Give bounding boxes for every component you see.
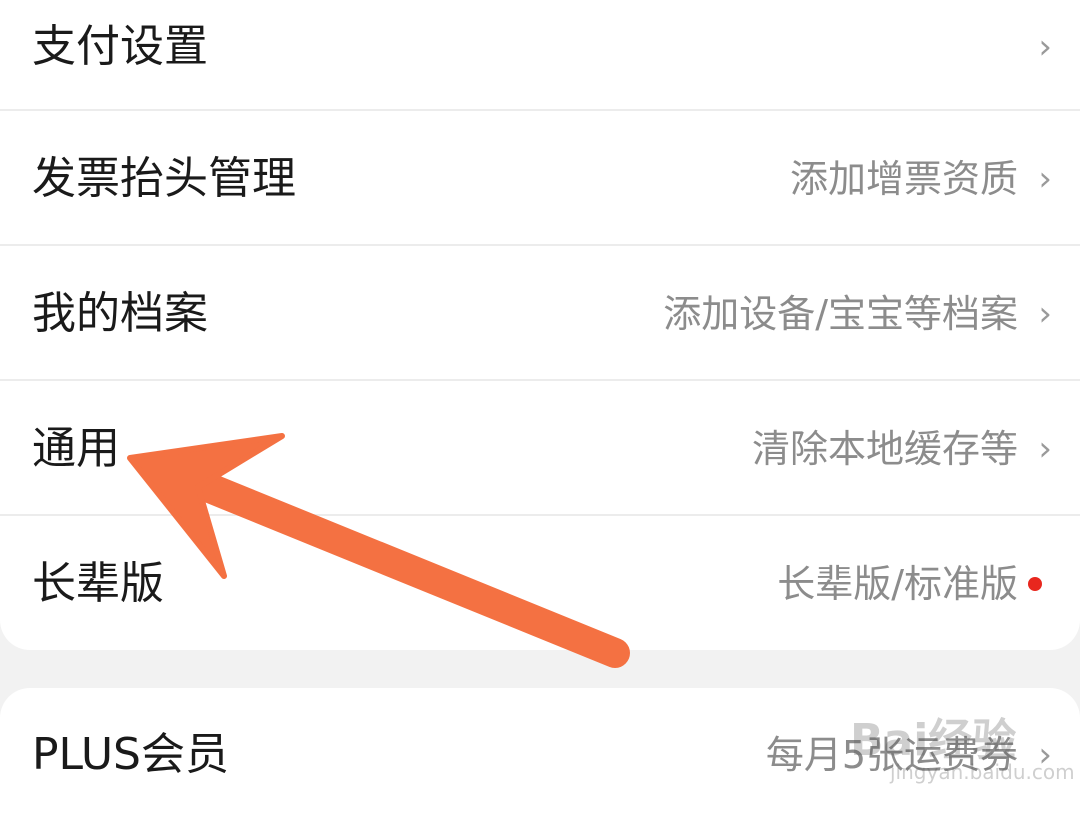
divider: [0, 514, 1080, 516]
settings-item-label: 长辈版: [32, 558, 164, 609]
watermark-site: jingyan.baidu.com: [890, 760, 1075, 784]
chevron-right-icon: ›: [1038, 159, 1052, 199]
settings-item-value: 清除本地缓存等: [751, 427, 1018, 471]
settings-item-invoice[interactable]: 发票抬头管理 添加增票资质 ›: [0, 112, 1080, 246]
plus-member-label: PLUS会员: [32, 729, 229, 780]
divider: [0, 379, 1080, 381]
settings-item-label: 发票抬头管理: [32, 153, 296, 204]
settings-item-general[interactable]: 通用 清除本地缓存等 ›: [0, 382, 1080, 516]
settings-item-elder-mode[interactable]: 长辈版 长辈版/标准版: [0, 517, 1080, 650]
watermark: Bai经验 jingyan.baidu.com: [850, 690, 1075, 800]
watermark-brand: Bai经验: [850, 715, 1017, 766]
settings-item-label: 我的档案: [32, 288, 208, 339]
notification-dot: [1028, 577, 1042, 591]
settings-item-value: 添加增票资质: [789, 157, 1018, 201]
settings-item-value: 长辈版/标准版: [777, 562, 1018, 606]
divider: [0, 244, 1080, 246]
settings-card: 支付设置 › 发票抬头管理 添加增票资质 › 我的档案 添加设备/宝宝等档案 ›…: [0, 0, 1080, 650]
settings-item-profile[interactable]: 我的档案 添加设备/宝宝等档案 ›: [0, 247, 1080, 381]
divider: [0, 109, 1080, 111]
settings-item-value: 添加设备/宝宝等档案: [663, 292, 1018, 336]
chevron-right-icon: ›: [1038, 27, 1052, 67]
settings-item-label: 支付设置: [32, 21, 208, 72]
chevron-right-icon: ›: [1038, 294, 1052, 334]
settings-item-label: 通用: [32, 423, 120, 474]
chevron-right-icon: ›: [1038, 429, 1052, 469]
settings-item-payment[interactable]: 支付设置 ›: [0, 0, 1080, 114]
